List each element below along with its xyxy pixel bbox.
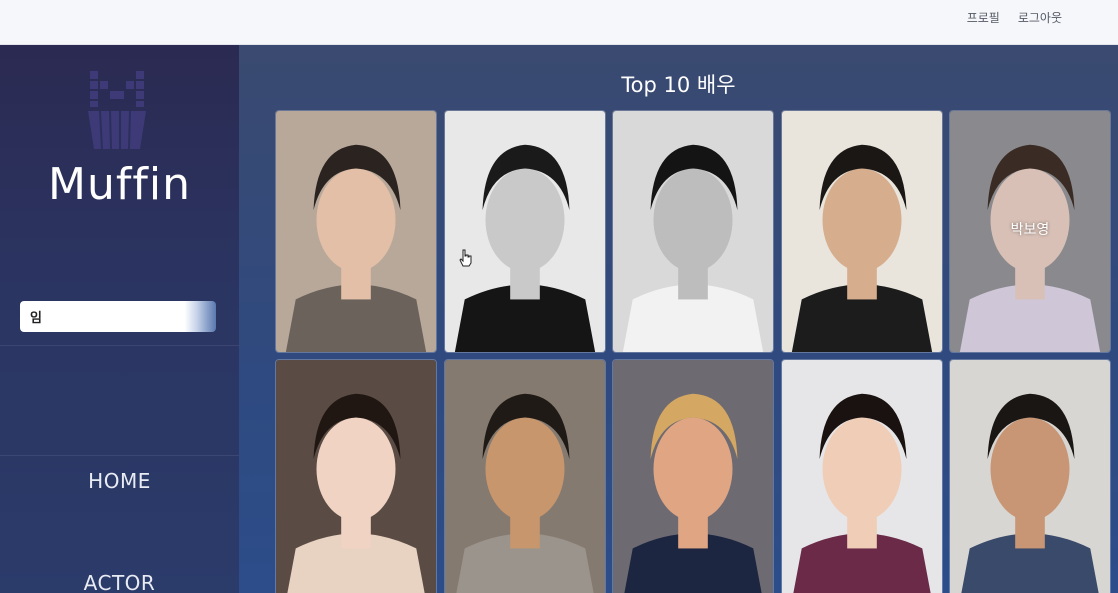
- actor-card[interactable]: [443, 359, 606, 593]
- search-input[interactable]: [20, 301, 216, 332]
- actor-photo: [276, 360, 436, 593]
- actor-name-label: 박보영: [1010, 222, 1050, 238]
- profile-link[interactable]: 프로필: [967, 9, 1000, 26]
- sidebar: Muffin HOME ACTOR: [0, 45, 239, 593]
- logo-text[interactable]: Muffin: [0, 159, 239, 210]
- actor-card[interactable]: [443, 110, 606, 353]
- divider: [0, 455, 239, 456]
- actor-photo: [950, 360, 1110, 593]
- actor-photo: [781, 360, 942, 593]
- actor-card[interactable]: 박보영: [949, 110, 1111, 353]
- actor-photo: [444, 360, 605, 593]
- page-title: Top 10 배우: [621, 73, 736, 97]
- actor-photo: [444, 111, 605, 352]
- actor-photo: [276, 111, 436, 352]
- nav-home[interactable]: HOME: [0, 469, 239, 493]
- actor-photo: [613, 111, 773, 352]
- actor-grid: 박보영: [275, 110, 1111, 593]
- logout-link[interactable]: 로그아웃: [1018, 9, 1062, 26]
- muffin-logo-icon: [88, 71, 146, 150]
- actor-photo: [613, 360, 773, 593]
- main-content: Top 10 배우 박보영: [239, 45, 1118, 593]
- top-bar: 프로필 로그아웃: [0, 0, 1118, 45]
- nav-actor[interactable]: ACTOR: [0, 571, 239, 593]
- actor-card[interactable]: [612, 359, 774, 593]
- actor-photo: [781, 111, 942, 352]
- search-box[interactable]: [20, 301, 216, 332]
- actor-card[interactable]: [780, 359, 943, 593]
- actor-card[interactable]: [275, 110, 437, 353]
- hand-cursor-icon: [459, 249, 472, 267]
- actor-card[interactable]: [949, 359, 1111, 593]
- top-nav: 프로필 로그아웃: [967, 9, 1062, 26]
- actor-card[interactable]: [275, 359, 437, 593]
- actor-card[interactable]: [780, 110, 943, 353]
- actor-card[interactable]: [612, 110, 774, 353]
- divider: [0, 345, 239, 346]
